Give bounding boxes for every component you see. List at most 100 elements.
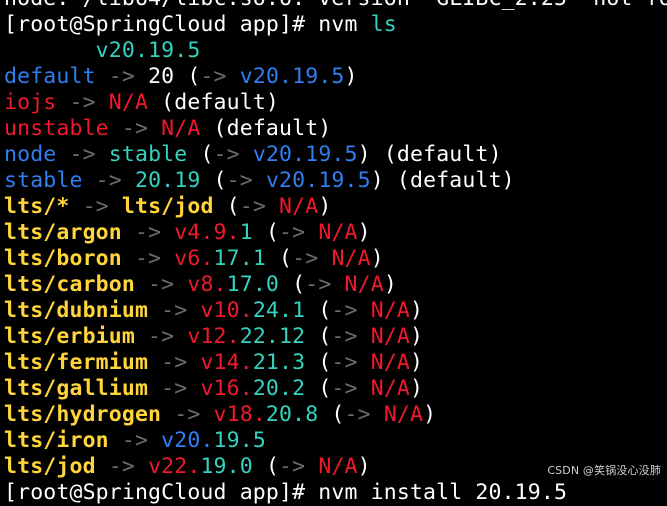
terminal-text-segment: ) bbox=[410, 298, 424, 323]
terminal-text-segment: v16. bbox=[200, 376, 253, 401]
terminal-line: default -> 20 (-> v20.19.5) bbox=[4, 64, 667, 90]
csdn-watermark: CSDN @笑锅没心没肺 bbox=[547, 464, 661, 477]
terminal-text-segment: lts/gallium bbox=[4, 376, 149, 401]
terminal-text-segment: lts/hydrogen bbox=[4, 402, 162, 427]
terminal-text-segment: ) (default) bbox=[370, 168, 515, 193]
terminal-text-segment: -> bbox=[239, 194, 280, 219]
terminal-text-segment: v8. bbox=[187, 272, 227, 297]
terminal-line: lts/gallium -> v16.20.2 (-> N/A) bbox=[4, 376, 667, 402]
terminal-text-segment: -> bbox=[134, 272, 188, 297]
terminal-text-segment: ( bbox=[200, 168, 227, 193]
terminal-text-segment: 20.8 bbox=[265, 402, 319, 427]
terminal-text-segment: -> bbox=[69, 194, 122, 219]
terminal-text-segment: ) bbox=[383, 272, 397, 297]
terminal-line: lts/erbium -> v12.22.12 (-> N/A) bbox=[4, 324, 667, 350]
terminal-text-segment: v20.19.5 bbox=[239, 64, 345, 89]
terminal-text-segment: -> bbox=[56, 90, 109, 115]
terminal-text-segment: -> bbox=[95, 454, 149, 479]
terminal-text-segment: lts/jod bbox=[121, 194, 214, 219]
terminal-text-segment: ) bbox=[318, 194, 332, 219]
terminal-text-segment: lts/dubnium bbox=[4, 298, 149, 323]
terminal-text-segment: N/A bbox=[318, 454, 358, 479]
terminal-text-segment: ) bbox=[410, 376, 424, 401]
terminal-text-segment: v4.9. bbox=[174, 220, 240, 245]
terminal-text-segment: ( bbox=[305, 324, 332, 349]
terminal-text-segment: stable bbox=[108, 142, 188, 167]
terminal-text-segment: -> bbox=[148, 376, 201, 401]
terminal-text-segment: -> bbox=[161, 402, 214, 427]
terminal-text-segment: lts/argon bbox=[4, 220, 122, 245]
terminal-text-segment: lts/erbium bbox=[4, 324, 135, 349]
terminal-text-segment: lts/carbon bbox=[4, 272, 135, 297]
terminal-text-segment: 19.0 bbox=[200, 454, 253, 479]
terminal-text-segment: default bbox=[4, 64, 96, 89]
terminal-text-segment: ( bbox=[279, 272, 306, 297]
terminal-text-segment: v10. bbox=[200, 298, 253, 323]
terminal-line: [root@SpringCloud app]# nvm ls bbox=[4, 12, 667, 38]
terminal-text-segment: [root@SpringCloud app]# nvm install 20.1… bbox=[4, 480, 568, 505]
terminal-text-segment: ( bbox=[252, 220, 280, 245]
terminal-text-segment: -> bbox=[108, 116, 162, 141]
terminal-text-segment: v12. bbox=[187, 324, 240, 349]
terminal-line: v20.19.5 bbox=[4, 38, 667, 64]
terminal-text-segment: -> bbox=[226, 168, 266, 193]
terminal-text-segment: v22. bbox=[148, 454, 201, 479]
terminal-text-segment: (default) bbox=[148, 90, 280, 115]
terminal-text-segment: -> bbox=[95, 64, 149, 89]
terminal-text-segment: N/A bbox=[318, 220, 358, 245]
terminal-text-segment: ) bbox=[370, 246, 384, 271]
terminal-text-segment: v20. bbox=[161, 428, 214, 453]
terminal-line: node: /lib64/libc.so.6: version `GLIBC_2… bbox=[4, 0, 667, 12]
terminal-text-segment: (default) bbox=[200, 116, 332, 141]
terminal-line: stable -> 20.19 (-> v20.19.5) (default) bbox=[4, 168, 667, 194]
terminal-text-segment: N/A bbox=[344, 272, 384, 297]
terminal-text-segment: ( bbox=[213, 194, 240, 219]
terminal-output[interactable]: node: /lib64/libc.so.6: version `GLIBC_2… bbox=[4, 0, 667, 506]
terminal-text-segment: ( bbox=[187, 142, 214, 167]
terminal-text-segment: -> bbox=[121, 246, 175, 271]
terminal-text-segment: 17.1 bbox=[213, 246, 266, 271]
terminal-text-segment: lts/iron bbox=[4, 428, 109, 453]
terminal-text-segment: -> bbox=[82, 168, 135, 193]
terminal-text-segment: N/A bbox=[370, 376, 411, 401]
terminal-text-segment: lts/jod bbox=[4, 454, 96, 479]
terminal-text-segment: 22.12 bbox=[239, 324, 306, 349]
terminal-text-segment: ) bbox=[357, 454, 371, 479]
terminal-line: lts/dubnium -> v10.24.1 (-> N/A) bbox=[4, 298, 667, 324]
terminal-text-segment: -> bbox=[331, 376, 371, 401]
terminal-line: [root@SpringCloud app]# nvm install 20.1… bbox=[4, 480, 667, 506]
terminal-text-segment: -> bbox=[200, 64, 240, 89]
terminal-text-segment: -> bbox=[134, 324, 188, 349]
terminal-text-segment: v18. bbox=[213, 402, 266, 427]
terminal-text-segment: unstable bbox=[4, 116, 109, 141]
terminal-text-segment: v20.19.5 bbox=[265, 168, 371, 193]
terminal-line: lts/* -> lts/jod (-> N/A) bbox=[4, 194, 667, 220]
terminal-text-segment: N/A bbox=[370, 350, 411, 375]
terminal-text-segment: -> bbox=[148, 350, 201, 375]
terminal-text-segment: -> bbox=[279, 454, 319, 479]
terminal-text-segment: 21.3 bbox=[252, 350, 306, 375]
terminal-text-segment: lts/fermium bbox=[4, 350, 149, 375]
terminal-text-segment: -> bbox=[344, 402, 384, 427]
terminal-text-segment: N/A bbox=[108, 90, 149, 115]
terminal-text-segment: -> bbox=[292, 246, 332, 271]
terminal-text-segment: -> bbox=[148, 298, 201, 323]
terminal-text-segment: -> bbox=[56, 142, 109, 167]
terminal-text-segment: ( bbox=[318, 402, 345, 427]
terminal-text-segment: v6. bbox=[174, 246, 214, 271]
terminal-text-segment: ( bbox=[252, 454, 280, 479]
terminal-text-segment: ) bbox=[410, 350, 424, 375]
terminal-text-segment: v20.19.5 bbox=[252, 142, 358, 167]
terminal-text-segment: v20.19.5 bbox=[95, 38, 201, 63]
terminal-text-segment: -> bbox=[108, 428, 162, 453]
terminal-text-segment: -> bbox=[331, 350, 371, 375]
terminal-text-segment: 1 bbox=[239, 220, 253, 245]
terminal-text-segment: N/A bbox=[279, 194, 319, 219]
terminal-text-segment: 24.1 bbox=[252, 298, 306, 323]
terminal-text-segment: ) bbox=[357, 220, 371, 245]
terminal-text-segment: 20 ( bbox=[148, 64, 201, 89]
terminal-text-segment: N/A bbox=[370, 298, 411, 323]
terminal-line: unstable -> N/A (default) bbox=[4, 116, 667, 142]
terminal-text-segment: iojs bbox=[4, 90, 57, 115]
